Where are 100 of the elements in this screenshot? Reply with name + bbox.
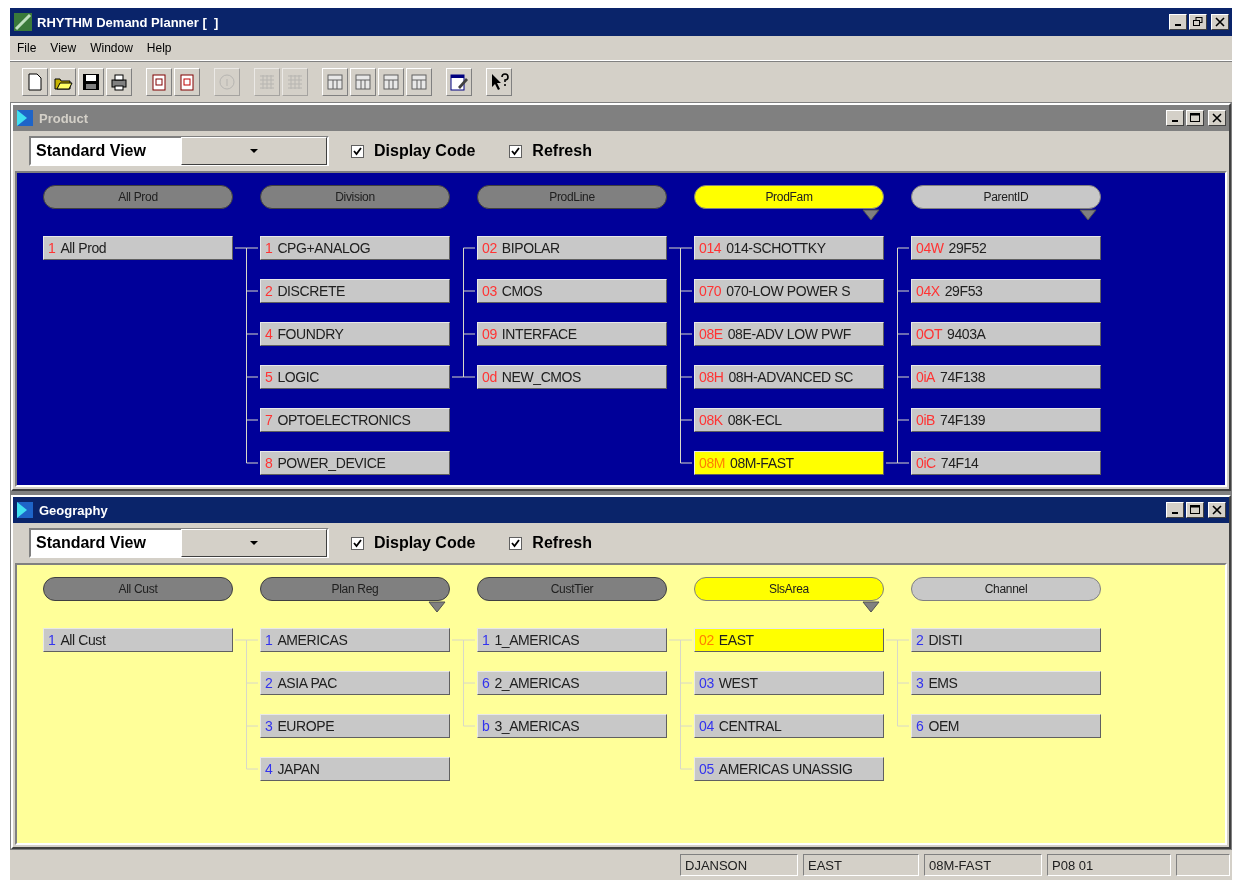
node-label: 74F139 bbox=[940, 412, 986, 428]
level-header[interactable]: ProdLine bbox=[477, 185, 667, 209]
node-label: 014-SCHOTTKY bbox=[726, 240, 826, 256]
checkbox-label: Refresh bbox=[532, 142, 592, 160]
minimize-button[interactable] bbox=[1166, 502, 1184, 518]
hierarchy-node[interactable]: 08K 08K-ECL bbox=[694, 408, 884, 432]
checkbox[interactable] bbox=[351, 144, 364, 158]
hierarchy-node[interactable]: 02 EAST bbox=[694, 628, 884, 652]
hierarchy-node[interactable]: 03 WEST bbox=[694, 671, 884, 695]
hierarchy-node[interactable]: 3 EUROPE bbox=[260, 714, 450, 738]
hierarchy-node[interactable]: 5 LOGIC bbox=[260, 365, 450, 389]
minimize-button[interactable] bbox=[1166, 110, 1184, 126]
node-label: EMS bbox=[928, 675, 958, 691]
toolbar-button[interactable] bbox=[486, 68, 512, 96]
hierarchy-node[interactable]: 0iA 74F138 bbox=[911, 365, 1101, 389]
hierarchy-node[interactable]: 014 014-SCHOTTKY bbox=[694, 236, 884, 260]
hierarchy-node[interactable]: 03 CMOS bbox=[477, 279, 667, 303]
level-header[interactable]: ProdFam bbox=[694, 185, 884, 209]
checkbox-label: Display Code bbox=[374, 142, 476, 160]
hierarchy-node[interactable]: 1 All Prod bbox=[43, 236, 233, 260]
toolbar-button[interactable] bbox=[446, 68, 472, 96]
restore-button[interactable] bbox=[1189, 14, 1207, 30]
toolbar-button[interactable] bbox=[106, 68, 132, 96]
node-label: INTERFACE bbox=[501, 326, 577, 342]
node-code: 05 bbox=[699, 761, 714, 777]
node-code: 7 bbox=[265, 412, 273, 428]
window-title: RHYTHM Demand Planner [ ] bbox=[37, 14, 220, 30]
hierarchy-node[interactable]: 02 BIPOLAR bbox=[477, 236, 667, 260]
hierarchy-node[interactable]: 0OT 9403A bbox=[911, 322, 1101, 346]
hierarchy-node[interactable]: 2 ASIA PAC bbox=[260, 671, 450, 695]
node-code: 5 bbox=[265, 369, 273, 385]
node-code: 6 bbox=[482, 675, 490, 691]
node-label: AMERICAS bbox=[277, 632, 348, 648]
hierarchy-node[interactable]: 1 CPG+ANALOG bbox=[260, 236, 450, 260]
hierarchy-node[interactable]: 6 OEM bbox=[911, 714, 1101, 738]
view-dropdown[interactable]: Standard View bbox=[29, 136, 329, 166]
node-code: 04 bbox=[699, 718, 714, 734]
hierarchy-node[interactable]: 8 POWER_DEVICE bbox=[260, 451, 450, 475]
node-code: 1 bbox=[48, 240, 56, 256]
node-code: 03 bbox=[699, 675, 714, 691]
node-label: DISCRETE bbox=[277, 283, 345, 299]
hierarchy-node[interactable]: 04X 29F53 bbox=[911, 279, 1101, 303]
floppy-icon bbox=[81, 72, 101, 92]
close-button[interactable] bbox=[1208, 502, 1226, 518]
level-header[interactable]: ParentID bbox=[911, 185, 1101, 209]
minimize-icon bbox=[1175, 24, 1181, 26]
hierarchy-node[interactable]: 4 FOUNDRY bbox=[260, 322, 450, 346]
node-code: 0OT bbox=[916, 326, 943, 342]
menu-item[interactable]: File bbox=[12, 39, 42, 57]
hierarchy-node[interactable]: 09 INTERFACE bbox=[477, 322, 667, 346]
checkbox[interactable] bbox=[509, 536, 523, 550]
toolbar-button[interactable] bbox=[78, 68, 104, 96]
maximize-button[interactable] bbox=[1186, 502, 1204, 518]
hierarchy-node[interactable]: 0iB 74F139 bbox=[911, 408, 1101, 432]
hierarchy-node[interactable]: 1 AMERICAS bbox=[260, 628, 450, 652]
hierarchy-node[interactable]: b 3_AMERICAS bbox=[477, 714, 667, 738]
level-header[interactable]: Division bbox=[260, 185, 450, 209]
hierarchy-node[interactable]: 08M 08M-FAST bbox=[694, 451, 884, 475]
toolbar-button[interactable] bbox=[50, 68, 76, 96]
hierarchy-node[interactable]: 7 OPTOELECTRONICS bbox=[260, 408, 450, 432]
table-icon bbox=[353, 72, 373, 92]
menu-item[interactable]: Help bbox=[141, 39, 177, 57]
hierarchy-node[interactable]: 1 1_AMERICAS bbox=[477, 628, 667, 652]
close-button[interactable] bbox=[1211, 14, 1229, 30]
menu-item[interactable]: Window bbox=[85, 39, 138, 57]
level-header[interactable]: Channel bbox=[911, 577, 1101, 601]
level-header[interactable]: All Cust bbox=[43, 577, 233, 601]
node-label: All Cust bbox=[60, 632, 106, 648]
node-label: All Prod bbox=[60, 240, 107, 256]
close-button[interactable] bbox=[1208, 110, 1226, 126]
hierarchy-node[interactable]: 2 DISTI bbox=[911, 628, 1101, 652]
hierarchy-node[interactable]: 2 DISCRETE bbox=[260, 279, 450, 303]
checkbox[interactable] bbox=[509, 144, 523, 158]
hierarchy-node[interactable]: 04W 29F52 bbox=[911, 236, 1101, 260]
hierarchy-node[interactable]: 1 All Cust bbox=[43, 628, 233, 652]
checkbox[interactable] bbox=[351, 536, 364, 550]
node-label: 2_AMERICAS bbox=[494, 675, 580, 691]
node-label: WEST bbox=[718, 675, 758, 691]
hierarchy-node[interactable]: 070 070-LOW POWER S bbox=[694, 279, 884, 303]
node-label: FOUNDRY bbox=[277, 326, 344, 342]
level-header[interactable]: CustTier bbox=[477, 577, 667, 601]
hierarchy-node[interactable]: 04 CENTRAL bbox=[694, 714, 884, 738]
level-header[interactable]: SlsArea bbox=[694, 577, 884, 601]
hierarchy-node[interactable]: 05 AMERICAS UNASSIG bbox=[694, 757, 884, 781]
minimize-button[interactable] bbox=[1169, 14, 1187, 30]
hierarchy-node[interactable]: 6 2_AMERICAS bbox=[477, 671, 667, 695]
hierarchy-node[interactable]: 08H 08H-ADVANCED SC bbox=[694, 365, 884, 389]
menu-item[interactable]: View bbox=[45, 39, 82, 57]
node-code: 08M bbox=[699, 455, 726, 471]
hierarchy-node[interactable]: 0iC 74F14 bbox=[911, 451, 1101, 475]
hierarchy-node[interactable]: 4 JAPAN bbox=[260, 757, 450, 781]
hierarchy-node[interactable]: 3 EMS bbox=[911, 671, 1101, 695]
hierarchy-node[interactable]: 08E 08E-ADV LOW PWF bbox=[694, 322, 884, 346]
hierarchy-node[interactable]: 0d NEW_CMOS bbox=[477, 365, 667, 389]
maximize-button[interactable] bbox=[1186, 110, 1204, 126]
view-dropdown[interactable]: Standard View bbox=[29, 528, 329, 558]
level-header[interactable]: All Prod bbox=[43, 185, 233, 209]
minimize-icon bbox=[1172, 512, 1178, 514]
node-code: 2 bbox=[916, 632, 924, 648]
close-icon bbox=[1215, 17, 1225, 27]
